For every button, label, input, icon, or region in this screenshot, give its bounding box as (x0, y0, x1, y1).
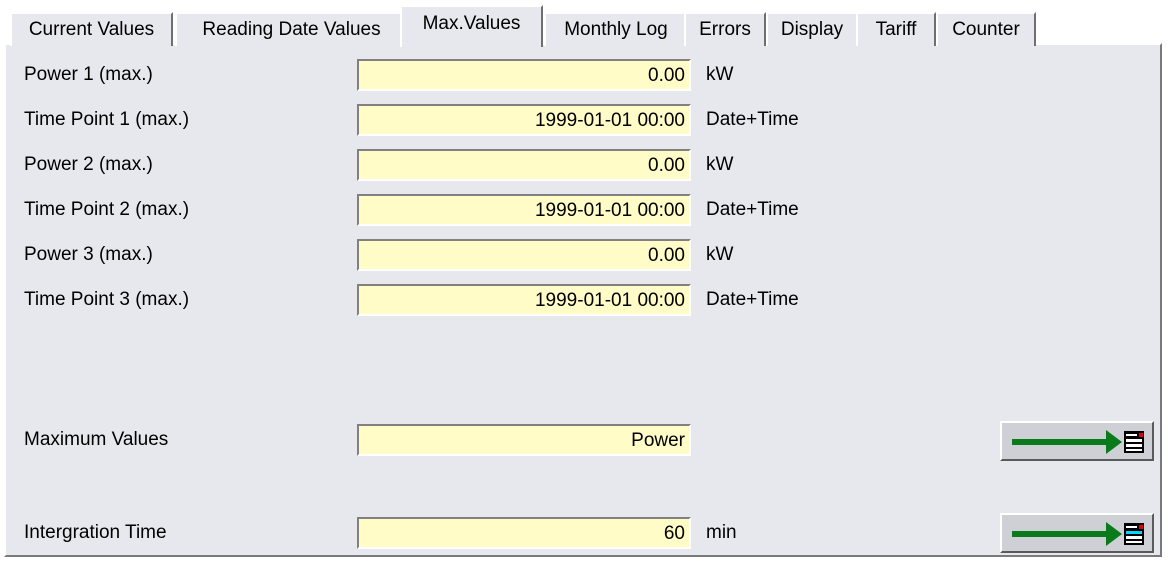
time-point-1-label: Time Point 1 (max.) (24, 109, 190, 130)
time-point-3-unit: Date+Time (706, 289, 799, 310)
time-point-2-unit: Date+Time (706, 199, 799, 220)
power-2-label: Power 2 (max.) (24, 154, 153, 175)
time-point-2-field[interactable]: 1999-01-01 00:00 (357, 194, 691, 226)
power-1-field[interactable]: 0.00 (357, 59, 691, 91)
maximum-values-field[interactable]: Power (357, 424, 691, 456)
tab-current-values[interactable]: Current Values (10, 12, 173, 46)
tab-reading-date-values[interactable]: Reading Date Values (175, 12, 408, 46)
power-1-unit: kW (706, 64, 734, 85)
power-2-field[interactable]: 0.00 (357, 149, 691, 181)
integration-time-label: Intergration Time (24, 522, 167, 543)
integration-time-edit-button[interactable] (1000, 513, 1154, 553)
green-arrow-to-list-icon (1012, 430, 1144, 454)
tab-display[interactable]: Display (766, 12, 858, 46)
tab-monthly-log[interactable]: Monthly Log (544, 12, 688, 46)
maximum-values-label: Maximum Values (24, 429, 169, 450)
time-point-2-label: Time Point 2 (max.) (24, 199, 190, 220)
tab-tariff[interactable]: Tariff (856, 12, 936, 46)
green-arrow-to-list-icon (1012, 522, 1144, 546)
time-point-3-field[interactable]: 1999-01-01 00:00 (357, 284, 691, 316)
power-2-unit: kW (706, 154, 734, 175)
time-point-1-field[interactable]: 1999-01-01 00:00 (357, 104, 691, 136)
maximum-values-edit-button[interactable] (1000, 421, 1154, 461)
time-point-3-label: Time Point 3 (max.) (24, 289, 190, 310)
power-1-label: Power 1 (max.) (24, 64, 153, 85)
integration-time-field[interactable]: 60 (357, 517, 691, 549)
tab-strip: Current Values Reading Date Values Max.V… (10, 0, 1160, 47)
power-3-unit: kW (706, 244, 734, 265)
time-point-1-unit: Date+Time (706, 109, 799, 130)
power-3-field[interactable]: 0.00 (357, 239, 691, 271)
tab-errors[interactable]: Errors (684, 12, 766, 46)
tab-max-values[interactable]: Max.Values (400, 5, 543, 47)
integration-time-unit: min (706, 522, 737, 543)
tab-counter[interactable]: Counter (936, 12, 1036, 46)
power-3-label: Power 3 (max.) (24, 244, 153, 265)
